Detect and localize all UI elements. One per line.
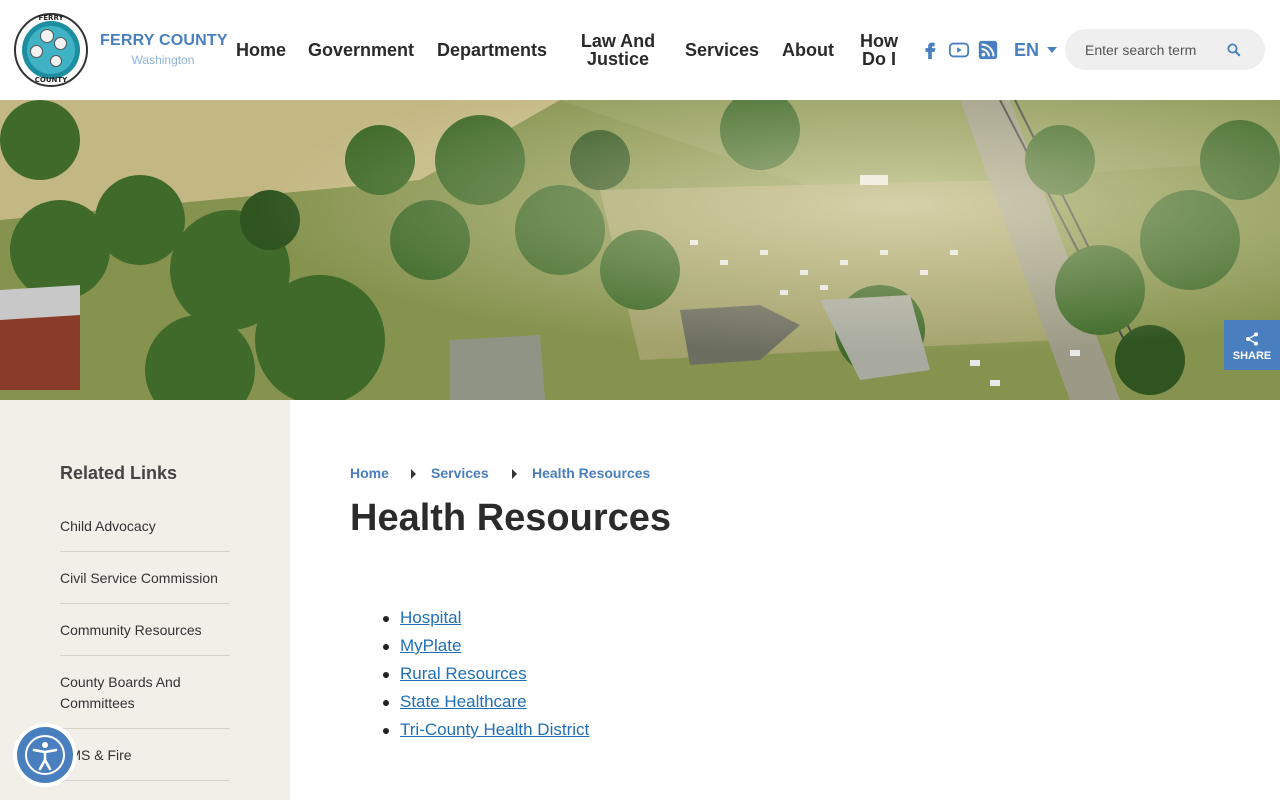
health-resources-list: Hospital MyPlate Rural Resources State H…	[350, 608, 589, 748]
accessibility-icon	[25, 735, 65, 775]
brand-state: Washington	[131, 53, 195, 67]
search-icon[interactable]	[1225, 41, 1243, 59]
chevron-right-icon	[411, 469, 416, 479]
share-button[interactable]: SHARE	[1224, 320, 1280, 370]
language-selector[interactable]: EN	[1014, 40, 1039, 61]
nav-about[interactable]: About	[782, 41, 834, 59]
link-state-healthcare[interactable]: State Healthcare	[400, 692, 527, 711]
youtube-icon[interactable]	[948, 39, 970, 61]
seal-top-text: FERRY	[38, 14, 64, 22]
site-header: FERRY COUNTY FERRY COUNTY Washington Hom…	[0, 0, 1280, 100]
rss-icon[interactable]	[977, 39, 999, 61]
sidebar-item-civil-service[interactable]: Civil Service Commission	[60, 568, 230, 589]
seal-bottom-text: COUNTY	[34, 76, 68, 84]
list-item: MyPlate	[350, 636, 589, 664]
breadcrumb-home[interactable]: Home	[350, 465, 389, 481]
related-links-heading: Related Links	[60, 463, 178, 483]
list-item: Tri-County Health District	[350, 720, 589, 748]
nav-law-line1: Law And	[580, 31, 656, 51]
sidebar-divider	[60, 603, 230, 604]
sidebar-item-child-advocacy[interactable]: Child Advocacy	[60, 516, 230, 537]
seal-emblem	[50, 55, 62, 67]
list-item: Hospital	[350, 608, 589, 636]
facebook-icon[interactable]	[919, 39, 941, 61]
nav-departments[interactable]: Departments	[437, 41, 547, 59]
list-item: State Healthcare	[350, 692, 589, 720]
seal-emblem	[54, 37, 67, 50]
sidebar-item-ems-fire[interactable]: EMS & Fire	[60, 745, 230, 766]
list-item: Rural Resources	[350, 664, 589, 692]
hero-illustration	[0, 100, 1280, 400]
breadcrumb-services[interactable]: Services	[431, 465, 489, 481]
link-rural-resources[interactable]: Rural Resources	[400, 664, 527, 683]
nav-law-and-justice[interactable]: Law And Justice	[575, 32, 661, 68]
share-icon	[1246, 332, 1258, 346]
link-tri-county-health[interactable]: Tri-County Health District	[400, 720, 589, 739]
nav-home[interactable]: Home	[236, 41, 286, 59]
sidebar-divider	[60, 780, 230, 781]
sidebar-item-county-boards[interactable]: County Boards And Committees	[60, 672, 230, 714]
nav-how-do-i[interactable]: How Do I	[856, 32, 902, 68]
link-hospital[interactable]: Hospital	[400, 608, 461, 627]
chevron-down-icon[interactable]	[1047, 47, 1057, 53]
sidebar-divider	[60, 655, 230, 656]
share-label: SHARE	[1232, 350, 1272, 362]
page-title: Health Resources	[350, 497, 672, 539]
search-box	[1065, 29, 1265, 70]
seal-emblem	[30, 45, 43, 58]
chevron-right-icon	[512, 469, 517, 479]
nav-law-line2: Justice	[586, 49, 650, 69]
brand-name: FERRY COUNTY	[100, 32, 228, 49]
breadcrumb-current[interactable]: Health Resources	[532, 465, 650, 481]
nav-services[interactable]: Services	[685, 41, 759, 59]
nav-government[interactable]: Government	[308, 41, 414, 59]
sidebar-divider	[60, 551, 230, 552]
search-input[interactable]	[1085, 40, 1197, 60]
nav-howdoi-line1: How	[860, 31, 898, 51]
accessibility-badge	[17, 727, 73, 783]
seal-emblem	[40, 29, 54, 43]
hero-aerial-image	[0, 100, 1280, 400]
county-seal-logo[interactable]: FERRY COUNTY	[14, 13, 88, 87]
sidebar-divider	[60, 728, 230, 729]
brand-wordmark[interactable]: FERRY COUNTY Washington	[100, 32, 228, 67]
link-myplate[interactable]: MyPlate	[400, 636, 461, 655]
nav-howdoi-line2: Do I	[862, 49, 896, 69]
accessibility-button[interactable]	[13, 723, 77, 787]
sidebar-item-community-resources[interactable]: Community Resources	[60, 620, 230, 641]
